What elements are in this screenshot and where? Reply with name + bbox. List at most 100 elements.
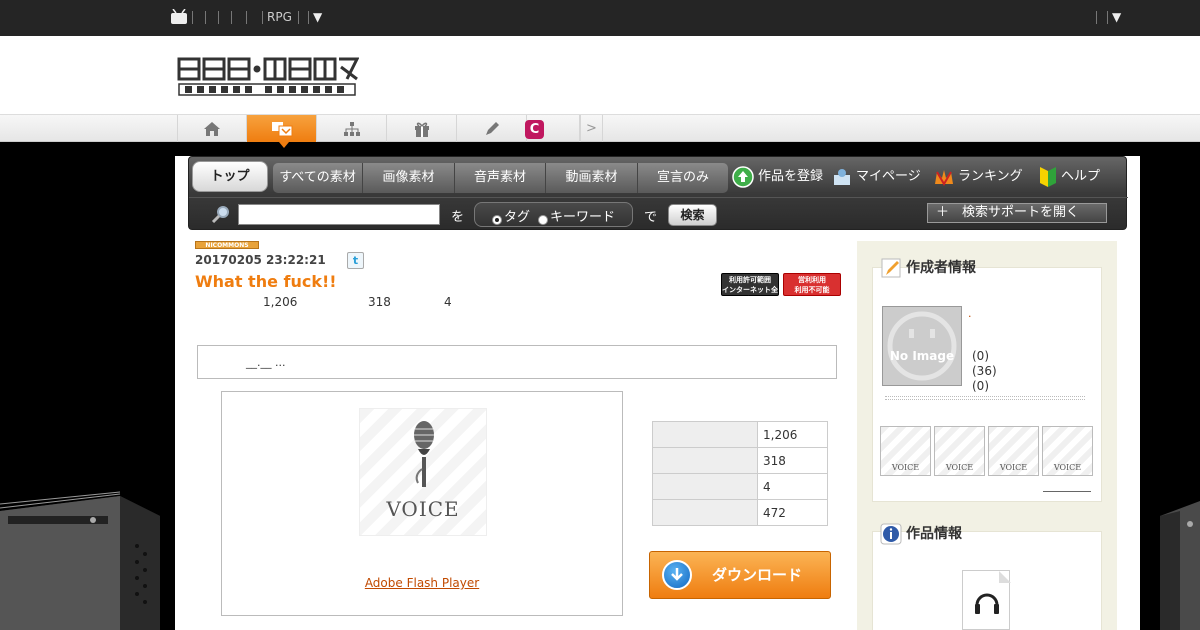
stats-key bbox=[652, 447, 758, 474]
tab-video-materials[interactable]: 動画素材 bbox=[546, 163, 638, 193]
nav-next-arrow[interactable]: > bbox=[580, 115, 603, 142]
commercial-use-title: 営利利用 bbox=[798, 276, 826, 284]
stats-value: 4 bbox=[757, 473, 828, 500]
voice-thumbnail: VOICE bbox=[359, 408, 487, 536]
comment-count: 4 bbox=[444, 295, 452, 309]
nav-c-tab[interactable]: C bbox=[517, 115, 580, 142]
creator-work-thumb[interactable]: VOICE bbox=[988, 426, 1039, 476]
help-link[interactable]: ヘルプ bbox=[1039, 163, 1100, 191]
creator-count-2[interactable]: (36) bbox=[972, 364, 997, 379]
nicommons-badge: NICOMMONS bbox=[195, 241, 259, 249]
commercial-use-badge[interactable]: 営利利用 利用不可能 bbox=[783, 273, 841, 296]
niconico-tv-icon[interactable] bbox=[170, 9, 188, 25]
ranking-link[interactable]: ランキング bbox=[934, 163, 1023, 191]
stats-row: 4 bbox=[652, 473, 828, 500]
creator-work-thumb[interactable]: VOICE bbox=[880, 426, 931, 476]
search-icon bbox=[211, 206, 229, 223]
creator-count-1[interactable]: (0) bbox=[972, 349, 997, 364]
topbar-separator bbox=[298, 11, 299, 24]
search-button[interactable]: 検索 bbox=[668, 204, 717, 226]
mini-thumb-label: VOICE bbox=[891, 463, 920, 472]
creator-count-3[interactable]: (0) bbox=[972, 379, 997, 394]
description-text: __.__ ... bbox=[246, 356, 286, 369]
mypage-link[interactable]: マイページ bbox=[832, 163, 921, 191]
global-topbar: RPG ▼ ▼ bbox=[0, 0, 1200, 36]
nav-commons-tab[interactable] bbox=[247, 115, 317, 148]
info-icon bbox=[880, 523, 902, 545]
topbar-more-dropdown[interactable]: ▼ bbox=[313, 10, 322, 24]
microphone-icon bbox=[414, 421, 434, 487]
topbar-separator bbox=[246, 11, 247, 24]
stats-value: 318 bbox=[757, 447, 828, 474]
stats-value: 472 bbox=[757, 499, 828, 526]
flash-player-link[interactable]: Adobe Flash Player bbox=[222, 576, 622, 590]
voice-thumbnail-label: VOICE bbox=[386, 497, 460, 521]
twitter-share-icon[interactable]: t bbox=[347, 252, 364, 269]
topbar-separator bbox=[218, 11, 219, 24]
radio-keyword[interactable] bbox=[538, 215, 548, 225]
divider bbox=[885, 399, 1085, 400]
topbar-separator bbox=[231, 11, 232, 24]
help-label: ヘルプ bbox=[1061, 169, 1101, 184]
more-works-link[interactable] bbox=[1043, 491, 1091, 492]
background-decor-right bbox=[1140, 156, 1200, 630]
work-description: __.__ ... bbox=[197, 345, 837, 379]
topbar-rpg-link[interactable]: RPG bbox=[267, 10, 292, 24]
memo-pencil-icon bbox=[881, 258, 901, 278]
stats-key bbox=[652, 473, 758, 500]
home-icon bbox=[204, 121, 220, 136]
license-scope-badge[interactable]: 利用許可範囲 インターネット全般 bbox=[721, 273, 779, 304]
work-title: What the fuck!! bbox=[195, 272, 337, 291]
commons-menu-top-row: トップ すべての素材 画像素材 音声素材 動画素材 宣言のみ 作品を登録 マイペ… bbox=[189, 157, 1128, 197]
stats-key bbox=[652, 421, 758, 448]
main-content: トップ すべての素材 画像素材 音声素材 動画素材 宣言のみ 作品を登録 マイペ… bbox=[175, 156, 1140, 630]
topbar-separator bbox=[262, 11, 263, 24]
search-input[interactable] bbox=[238, 204, 440, 225]
radio-tag[interactable] bbox=[492, 215, 502, 225]
search-support-label: ＋ 検索サポートを開く bbox=[936, 205, 1080, 220]
topbar-separator bbox=[205, 11, 206, 24]
creator-info-title: 作成者情報 bbox=[906, 260, 976, 276]
view-count: 1,206 bbox=[263, 295, 298, 309]
stats-row: 1,206 bbox=[652, 421, 828, 448]
download-arrow-icon bbox=[662, 560, 692, 590]
niconi-commons-logo[interactable] bbox=[177, 57, 359, 97]
search-mode-selector: タグ キーワード bbox=[474, 202, 633, 227]
nav-home-tab[interactable] bbox=[177, 115, 247, 142]
site-header bbox=[0, 36, 1200, 114]
nav-tree-tab[interactable] bbox=[317, 115, 387, 142]
material-tabs: すべての素材 画像素材 音声素材 動画素材 宣言のみ bbox=[273, 163, 728, 193]
background-decor-left bbox=[0, 156, 175, 630]
license-scope-value: インターネット全般 bbox=[722, 286, 778, 304]
radio-keyword-label: キーワード bbox=[550, 210, 616, 225]
stats-value: 1,206 bbox=[757, 421, 828, 448]
work-info-heading: 作品情報 bbox=[880, 523, 962, 545]
beginner-mark-icon bbox=[1040, 166, 1056, 187]
search-support-button[interactable]: ＋ 検索サポートを開く bbox=[927, 203, 1107, 223]
topbar-user-dropdown[interactable]: ▼ bbox=[1112, 10, 1121, 24]
commons-top-button[interactable]: トップ bbox=[192, 161, 268, 192]
stats-key bbox=[652, 499, 758, 526]
radio-tag-label: タグ bbox=[504, 210, 531, 225]
creator-avatar[interactable]: No Image bbox=[882, 306, 962, 386]
creator-work-thumb[interactable]: VOICE bbox=[1042, 426, 1093, 476]
mypage-icon bbox=[834, 168, 850, 185]
tab-image-materials[interactable]: 画像素材 bbox=[363, 163, 455, 193]
nav-gift-tab[interactable] bbox=[387, 115, 457, 142]
right-sidebar: 作成者情報 No Image . (0) (36) (0) VOICE VOIC… bbox=[857, 241, 1117, 630]
tree-icon bbox=[343, 121, 360, 136]
creator-name[interactable]: . bbox=[968, 307, 972, 320]
download-button[interactable]: ダウンロード bbox=[649, 551, 831, 599]
audio-file-icon bbox=[962, 570, 1011, 630]
register-work-link[interactable]: 作品を登録 bbox=[732, 163, 823, 191]
service-nav: C > bbox=[0, 114, 1200, 148]
tab-all-materials[interactable]: すべての素材 bbox=[273, 163, 363, 193]
commons-menu: トップ すべての素材 画像素材 音声素材 動画素材 宣言のみ 作品を登録 マイペ… bbox=[188, 156, 1128, 230]
pen-icon bbox=[485, 121, 499, 135]
creator-work-thumb[interactable]: VOICE bbox=[934, 426, 985, 476]
stats-table: 1,206 318 4 472 bbox=[652, 421, 828, 526]
tab-audio-materials[interactable]: 音声素材 bbox=[455, 163, 546, 193]
tab-declaration-only[interactable]: 宣言のみ bbox=[638, 163, 728, 193]
work-info-title: 作品情報 bbox=[906, 526, 962, 542]
active-tab-pointer bbox=[279, 142, 289, 148]
